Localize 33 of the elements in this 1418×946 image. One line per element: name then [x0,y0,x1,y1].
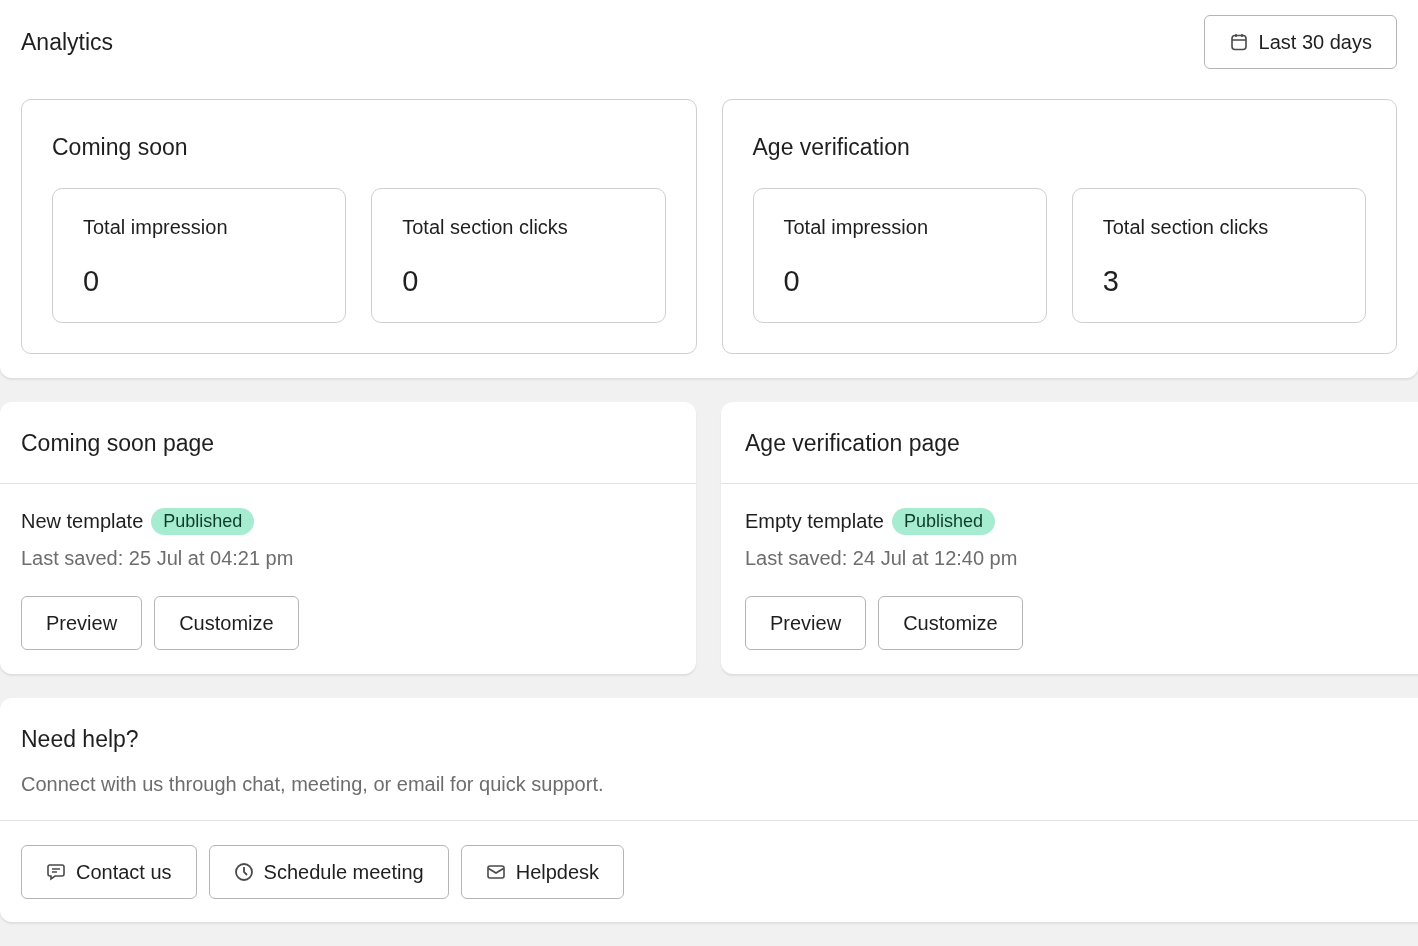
stat-value: 0 [83,265,101,298]
helpdesk-button[interactable]: Helpdesk [460,845,625,899]
schedule-button[interactable]: Schedule meeting [208,845,449,899]
stat-label: Total impression [83,216,229,239]
stat-label: Total section clicks [1102,216,1270,239]
status-badge: Published [151,508,255,535]
customize-button[interactable]: Customize [878,596,1023,650]
last-saved-text: Last saved: 25 Jul at 04:21 pm [21,547,295,570]
stat-label: Total section clicks [402,216,569,239]
preview-button[interactable]: Preview [21,596,143,650]
template-name: Empty template [745,510,884,533]
customize-button[interactable]: Customize [154,596,299,650]
panel-title: Coming soon [52,134,189,161]
calendar-icon [1228,32,1249,52]
help-text: Connect with us through chat, meeting, or email for quick support. [21,773,605,796]
date-range-button[interactable]: Last 30 days [1203,15,1397,69]
page-title: Coming soon page [21,430,216,457]
status-badge: Published [891,508,995,535]
template-name: New template [21,510,144,533]
last-saved-text: Last saved: 24 Jul at 12:40 pm [745,547,1019,570]
stat-label: Total impression [783,216,929,239]
contact-button[interactable]: Contact us [21,845,197,899]
stat-value: 0 [402,265,420,298]
stat-value: 0 [783,265,801,298]
chat-icon [46,862,66,882]
mail-icon [485,862,506,882]
page-title: Age verification page [745,430,961,457]
stat-value: 3 [1102,265,1120,298]
help-title: Need help? [21,726,140,753]
preview-button[interactable]: Preview [745,596,867,650]
panel-title: Age verification [752,134,911,161]
clock-icon [233,862,254,882]
section-title: Analytics [21,28,114,56]
